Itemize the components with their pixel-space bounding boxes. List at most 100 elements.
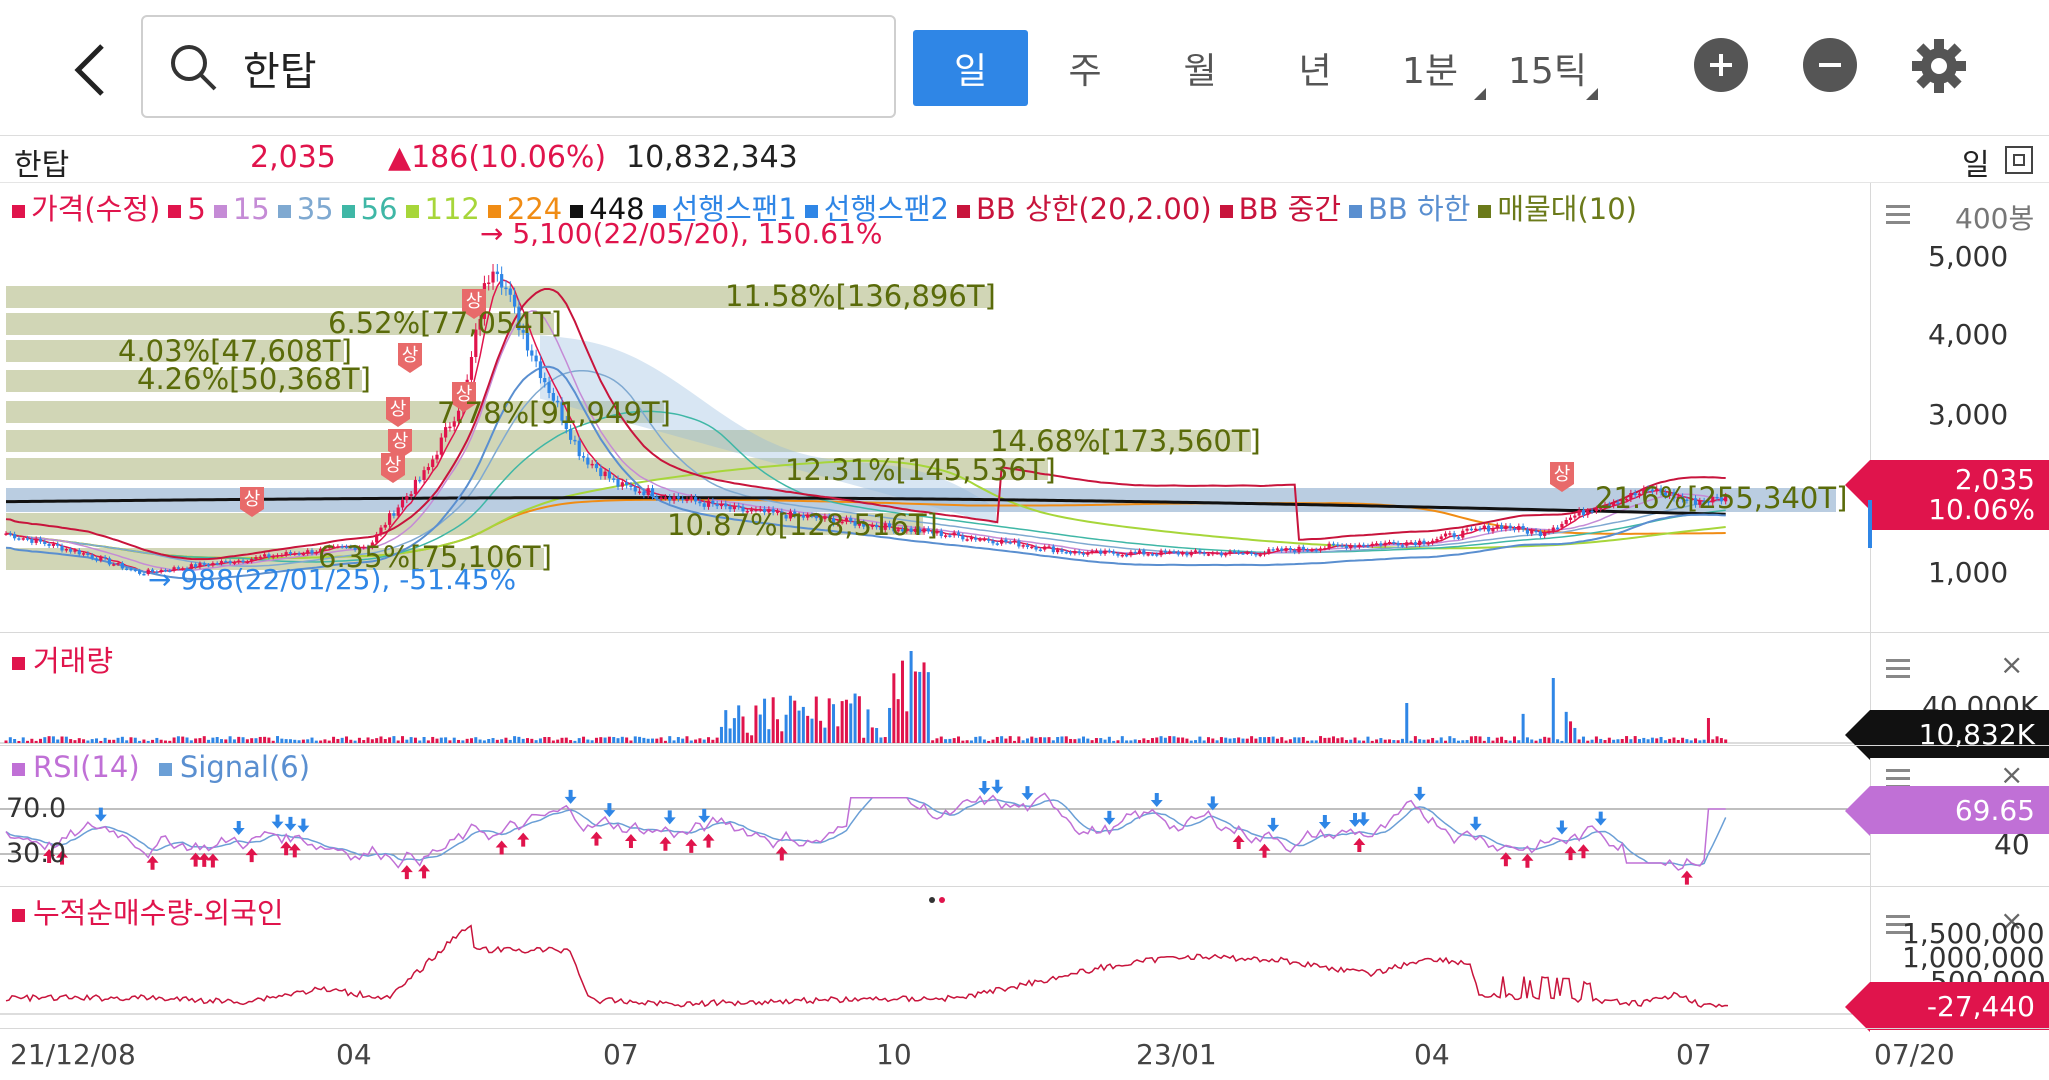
tab-week[interactable]: 주 <box>1035 30 1135 106</box>
volume-bar <box>862 737 866 743</box>
candle-body <box>125 568 129 570</box>
volume-bar <box>1051 740 1055 743</box>
volume-bar <box>1107 736 1111 743</box>
candle-body <box>133 569 137 572</box>
search-input[interactable]: 한탑 <box>243 39 317 97</box>
volume-bar <box>271 740 275 743</box>
volume-bar <box>340 737 344 743</box>
candle-body <box>1064 551 1068 554</box>
volume-bar <box>1431 737 1435 743</box>
volume-bar <box>1288 739 1292 743</box>
back-button[interactable] <box>60 40 120 100</box>
volume-bar <box>30 738 34 743</box>
candle-body <box>1163 550 1167 553</box>
volume-bar <box>413 737 417 743</box>
volume-bar <box>125 740 129 743</box>
foreign-net-buy-chart[interactable] <box>0 886 1870 1028</box>
candle-body <box>1103 550 1107 554</box>
volume-bar <box>836 726 840 743</box>
volume-bar <box>1094 738 1098 743</box>
tab-day[interactable]: 일 <box>913 30 1028 106</box>
zoom-in-button[interactable] <box>1694 38 1748 92</box>
volume-bar <box>448 740 452 743</box>
rsi-chart[interactable] <box>0 746 1870 886</box>
volume-bar <box>202 736 206 743</box>
volume-bar <box>1724 739 1728 743</box>
volume-bar <box>1112 740 1116 743</box>
volume-bar <box>1004 738 1008 743</box>
volume-bar <box>1629 739 1633 743</box>
candle-body <box>1349 545 1353 549</box>
y-label: 3,000 <box>1928 398 2009 431</box>
volume-bar <box>987 740 991 743</box>
volume-bar <box>176 736 180 743</box>
candle-body <box>1400 545 1405 547</box>
volume-bar <box>1396 740 1400 743</box>
volume-bar <box>1362 740 1366 743</box>
volume-bar <box>767 729 771 743</box>
search-box[interactable]: 한탑 <box>141 15 896 118</box>
candle-body <box>409 494 413 497</box>
volume-bar <box>133 737 137 743</box>
candle-body <box>607 471 611 479</box>
candle-body <box>263 554 267 557</box>
volume-bar <box>267 737 271 743</box>
tab-year[interactable]: 년 <box>1265 30 1365 106</box>
volume-bar <box>1530 739 1534 743</box>
volume-bar <box>1086 738 1090 743</box>
volume-bar <box>405 739 409 743</box>
volume-bar <box>1495 737 1499 743</box>
candle-body <box>1189 551 1193 556</box>
volume-bar <box>1551 678 1555 743</box>
volume-bar <box>426 740 430 743</box>
candle-body <box>64 548 68 551</box>
current-price-tag: 2,035 10.06% <box>1845 460 2049 530</box>
rsi-current-value: 69.65 <box>1954 793 2035 827</box>
volume-bar <box>1241 738 1245 743</box>
volume-bar <box>284 739 288 743</box>
close-volume-panel-icon[interactable]: × <box>2000 648 2023 681</box>
price-chart[interactable]: 상상상상상상상상11.58%[136,896T]6.52%[77,054T]4.… <box>0 183 1870 630</box>
volume-bar <box>1655 738 1659 743</box>
volume-bar <box>681 738 685 743</box>
rsi-level-high: 70.0 <box>6 793 67 824</box>
candle-body <box>392 513 396 516</box>
tab-month[interactable]: 월 <box>1150 30 1250 106</box>
candle-body <box>1297 546 1301 553</box>
x-axis-label: 04 <box>336 1038 372 1071</box>
buy-arrow-icon <box>702 833 715 848</box>
candle-body <box>987 539 991 541</box>
volume-bar <box>56 739 60 743</box>
candle-body <box>21 538 25 540</box>
tab-minute[interactable]: 1분 <box>1380 30 1480 106</box>
volume-bar <box>444 737 448 743</box>
sell-arrow-icon <box>297 818 310 833</box>
volume-bar <box>517 736 521 743</box>
candle-body <box>590 463 594 466</box>
candle-body <box>396 507 400 516</box>
candle-body <box>60 545 64 551</box>
volume-chart[interactable] <box>0 640 1870 745</box>
tab-tick[interactable]: 15틱 <box>1495 30 1600 106</box>
high-price-note: → 5,100(22/05/20), 150.61% <box>480 217 883 250</box>
volume-bar <box>952 738 956 743</box>
volume-bar <box>332 736 336 743</box>
volume-bar <box>504 737 508 743</box>
price-panel-menu-icon[interactable] <box>1886 200 1910 229</box>
candle-body <box>1159 550 1163 556</box>
candle-body <box>1202 552 1206 555</box>
candle-body <box>310 550 314 554</box>
volume-bar <box>1383 739 1387 743</box>
volume-bar <box>633 736 637 743</box>
volume-bar <box>513 736 517 743</box>
volume-bar <box>1439 737 1443 743</box>
volume-bar <box>1159 736 1163 743</box>
volume-bar <box>461 740 465 743</box>
candle-body <box>1211 552 1215 555</box>
settings-button[interactable] <box>1910 37 1968 99</box>
volume-panel-menu-icon[interactable] <box>1886 654 1910 683</box>
layout-toggle-icon[interactable] <box>2005 146 2033 174</box>
candle-body <box>241 560 245 563</box>
volume-bar <box>1047 737 1051 743</box>
zoom-out-button[interactable] <box>1803 38 1857 92</box>
